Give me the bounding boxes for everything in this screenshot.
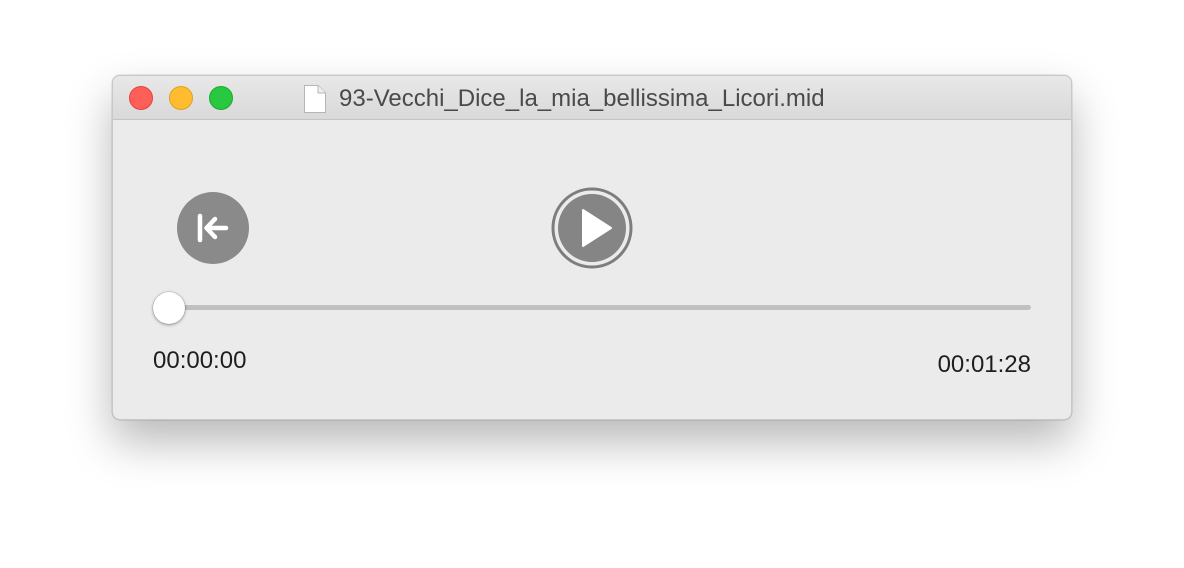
- progress-track[interactable]: [169, 305, 1031, 310]
- current-time: 00:00:00: [153, 347, 247, 374]
- skip-to-start-button[interactable]: [177, 192, 249, 264]
- document-icon: [304, 85, 326, 113]
- window-title-text: 93-Vecchi_Dice_la_mia_bellissima_Licori.…: [339, 85, 825, 112]
- zoom-button[interactable]: [209, 86, 233, 110]
- progress-thumb[interactable]: [153, 292, 185, 324]
- title-bar[interactable]: 93-Vecchi_Dice_la_mia_bellissima_Licori.…: [113, 76, 1071, 120]
- close-button[interactable]: [129, 86, 153, 110]
- window-title: 93-Vecchi_Dice_la_mia_bellissima_Licori.…: [303, 84, 825, 114]
- player-window: 93-Vecchi_Dice_la_mia_bellissima_Licori.…: [112, 75, 1072, 420]
- total-time: 00:01:28: [937, 351, 1031, 378]
- play-button[interactable]: [551, 187, 633, 269]
- skip-to-start-icon: [197, 213, 229, 243]
- minimize-button[interactable]: [169, 86, 193, 110]
